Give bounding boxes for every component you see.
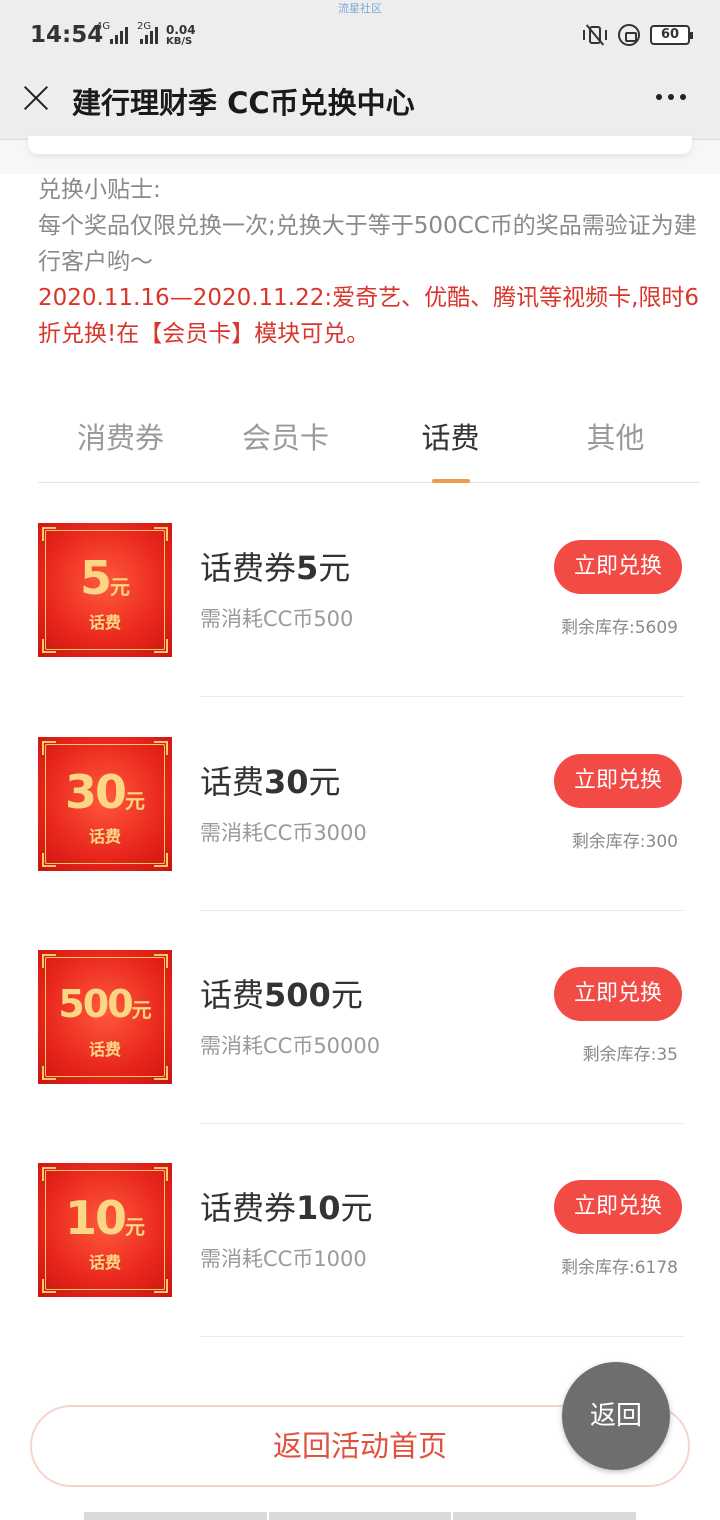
item-cost: 需消耗CC币500 xyxy=(200,607,354,631)
vibrate-off-icon xyxy=(582,24,608,46)
tab-other[interactable]: 其他 xyxy=(533,405,698,482)
thumb-label: 话费 xyxy=(88,613,121,632)
tips-heading: 兑换小贴士: xyxy=(38,177,161,203)
network-speed: 0.04 KB/S xyxy=(166,24,196,48)
item-title-prefix: 话费券 xyxy=(200,1189,297,1227)
item-stock: 剩余库存:6178 xyxy=(561,1258,678,1278)
item-title-unit: 元 xyxy=(318,549,351,587)
item-divider xyxy=(200,1123,684,1124)
tab-membership[interactable]: 会员卡 xyxy=(203,405,368,482)
phone-credit-thumbnail: 5元 话费 xyxy=(38,523,172,657)
watermark-text: 流星社区 xyxy=(338,2,382,15)
item-cost: 需消耗CC币50000 xyxy=(200,1034,381,1058)
thumb-unit: 元 xyxy=(131,998,152,1022)
item-title-unit: 元 xyxy=(340,1189,373,1227)
item-title-prefix: 话费 xyxy=(200,763,265,801)
more-menu-icon[interactable] xyxy=(656,94,686,100)
bottom-edge xyxy=(84,1512,637,1520)
item-divider xyxy=(200,1336,684,1337)
title-bar: 建行理财季 CC币兑换中心 xyxy=(0,72,720,140)
redeem-button[interactable]: 立即兑换 xyxy=(554,754,682,808)
item-divider xyxy=(200,910,684,911)
status-time: 14:54 xyxy=(30,22,104,48)
item-title-amount: 10 xyxy=(296,1189,341,1227)
item-title-prefix: 话费 xyxy=(200,976,265,1014)
thumb-unit: 元 xyxy=(125,1215,145,1239)
signal-icon xyxy=(110,26,132,44)
thumb-amount: 5 xyxy=(79,551,112,605)
redeem-button[interactable]: 立即兑换 xyxy=(554,967,682,1021)
list-item: 500元 话费 话费500元 需消耗CC币50000 立即兑换 剩余库存:35 xyxy=(0,950,720,1162)
item-title-amount: 500 xyxy=(264,976,331,1014)
tips-promo: 2020.11.16—2020.11.22:爱奇艺、优酷、腾讯等视频卡,限时6折… xyxy=(38,285,700,347)
back-button[interactable]: 返回 xyxy=(562,1362,670,1470)
phone-credit-thumbnail: 10元 话费 xyxy=(38,1163,172,1297)
redeem-button[interactable]: 立即兑换 xyxy=(554,1180,682,1234)
tab-vouchers[interactable]: 消费券 xyxy=(38,405,203,482)
rotation-lock-icon xyxy=(618,24,640,46)
list-item: 30元 话费 话费30元 需消耗CC币3000 立即兑换 剩余库存:300 xyxy=(0,737,720,949)
page-title: 建行理财季 CC币兑换中心 xyxy=(72,86,415,120)
network-speed-value: 0.04 xyxy=(166,23,196,37)
item-divider xyxy=(200,696,684,697)
item-title-amount: 30 xyxy=(264,763,309,801)
network-4g-label: 4G xyxy=(96,21,111,32)
item-title-prefix: 话费券 xyxy=(200,549,297,587)
tips-rule: 每个奖品仅限兑换一次;兑换大于等于500CC币的奖品需验证为建行客户哟～ xyxy=(38,213,697,275)
list-item: 10元 话费 话费券10元 需消耗CC币1000 立即兑换 剩余库存:6178 xyxy=(0,1163,720,1375)
tab-phone-credit[interactable]: 话费 xyxy=(368,405,533,483)
thumb-label: 话费 xyxy=(88,1040,121,1059)
category-tabs: 消费券 会员卡 话费 其他 xyxy=(38,405,700,483)
item-title-unit: 元 xyxy=(308,763,341,801)
item-cost: 需消耗CC币1000 xyxy=(200,1247,367,1271)
item-title: 话费500元 xyxy=(200,970,363,1016)
redeem-button[interactable]: 立即兑换 xyxy=(554,540,682,594)
item-stock: 剩余库存:300 xyxy=(571,832,678,852)
phone-credit-thumbnail: 500元 话费 xyxy=(38,950,172,1084)
thumb-amount: 500 xyxy=(58,982,133,1026)
thumb-unit: 元 xyxy=(110,575,130,599)
item-title: 话费30元 xyxy=(200,757,341,803)
thumb-amount: 10 xyxy=(64,1191,127,1245)
phone-credit-thumbnail: 30元 话费 xyxy=(38,737,172,871)
thumb-label: 话费 xyxy=(88,827,121,846)
battery-icon: 60 xyxy=(650,25,693,45)
item-title-unit: 元 xyxy=(330,976,363,1014)
exchange-tips: 兑换小贴士: 每个奖品仅限兑换一次;兑换大于等于500CC币的奖品需验证为建行客… xyxy=(38,172,708,352)
status-bar: 流星社区 14:54 4G 2G 0.04 KB/S 60 xyxy=(0,0,720,72)
thumb-label: 话费 xyxy=(88,1253,121,1272)
network-speed-unit: KB/S xyxy=(166,36,193,47)
item-title-amount: 5 xyxy=(296,549,319,587)
card-edge xyxy=(28,136,692,154)
list-item: 5元 话费 话费券5元 需消耗CC币500 立即兑换 剩余库存:5609 xyxy=(0,523,720,735)
item-stock: 剩余库存:35 xyxy=(582,1045,678,1065)
item-stock: 剩余库存:5609 xyxy=(561,618,678,638)
thumb-amount: 30 xyxy=(64,765,127,819)
item-title: 话费券10元 xyxy=(200,1183,373,1229)
close-icon[interactable] xyxy=(22,84,50,112)
thumb-unit: 元 xyxy=(125,789,145,813)
item-title: 话费券5元 xyxy=(200,543,350,589)
signal-icon-2 xyxy=(140,26,162,44)
item-cost: 需消耗CC币3000 xyxy=(200,821,367,845)
